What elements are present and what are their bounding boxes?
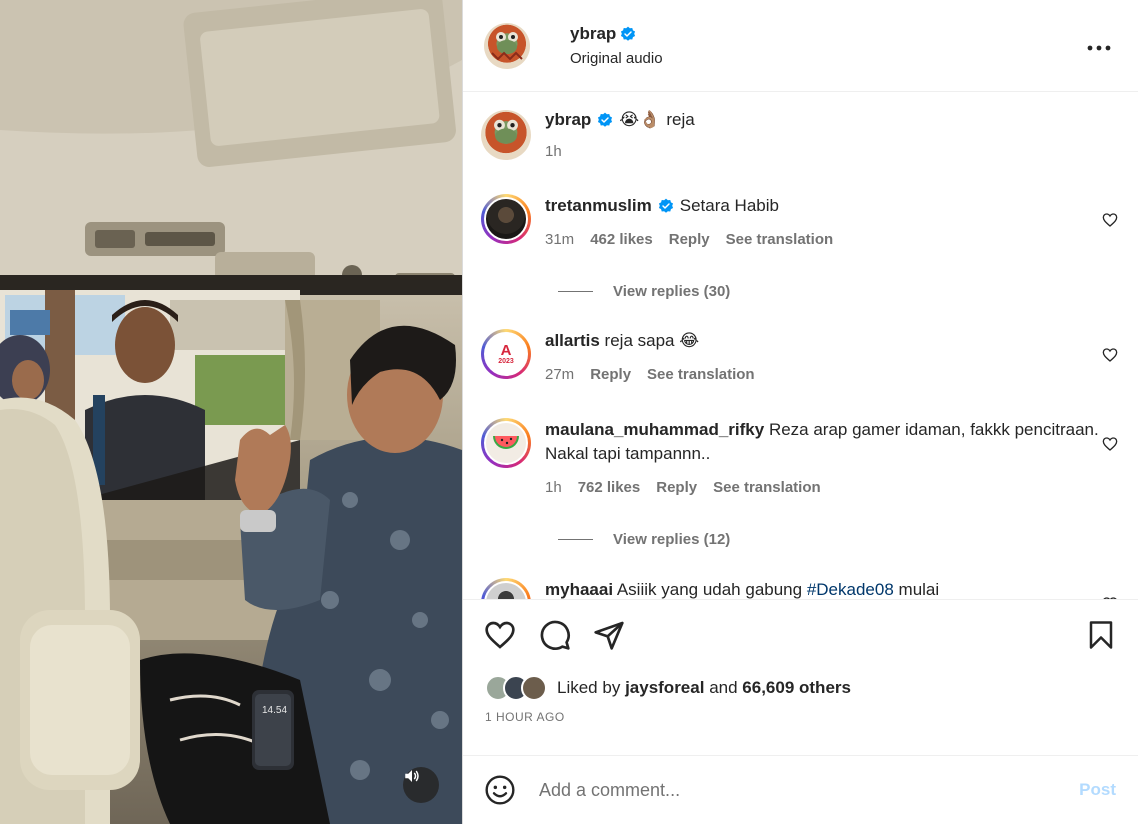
frog-avatar-icon bbox=[494, 119, 518, 144]
like-comment-heart-icon[interactable] bbox=[1102, 347, 1118, 363]
watermelon-icon bbox=[493, 436, 519, 449]
avatar-logo-letter: A bbox=[500, 341, 512, 359]
comment-bubble-icon bbox=[540, 620, 570, 650]
reply-button[interactable]: Reply bbox=[590, 363, 631, 387]
comment-username[interactable]: tretanmuslim bbox=[545, 194, 652, 218]
comment-item: myhaaai Asiiik yang udah gabung #Dekade0… bbox=[481, 578, 1120, 599]
frog-avatar-icon bbox=[491, 31, 523, 60]
verified-badge-icon bbox=[658, 198, 673, 213]
heart-icon bbox=[485, 621, 515, 649]
see-translation-button[interactable]: See translation bbox=[647, 363, 755, 387]
audio-label[interactable]: Original audio bbox=[570, 50, 663, 67]
commenter-avatar[interactable]: A 2023 bbox=[481, 329, 531, 379]
liker-avatar bbox=[521, 674, 547, 701]
emoji-button[interactable] bbox=[483, 773, 517, 807]
like-comment-heart-icon[interactable] bbox=[1102, 436, 1118, 452]
post-modal: 14.54 ybrap Original audio ybrap 😭👌🏽 rej… bbox=[0, 0, 1138, 824]
post-details: ybrap Original audio ybrap 😭👌🏽 reja 1h t… bbox=[462, 0, 1138, 824]
paper-plane-icon bbox=[594, 621, 624, 650]
caption-username[interactable]: ybrap bbox=[545, 108, 591, 132]
replies-divider bbox=[558, 539, 593, 540]
verified-badge-icon bbox=[598, 112, 613, 127]
comment-likes[interactable]: 462 likes bbox=[590, 228, 653, 252]
like-comment-heart-icon[interactable] bbox=[1102, 212, 1118, 228]
comment-item: tretanmuslim Setara Habib 31m 462 likes … bbox=[481, 194, 1120, 252]
liked-by-user[interactable]: jaysforeal bbox=[625, 678, 704, 697]
liked-by-and: and bbox=[709, 677, 738, 697]
comment-time[interactable]: 1h bbox=[545, 476, 562, 500]
liked-by-prefix: Liked by bbox=[557, 677, 621, 697]
author-username[interactable]: ybrap bbox=[570, 24, 616, 44]
comment-button[interactable] bbox=[538, 618, 572, 652]
liked-by-others[interactable]: 66,609 others bbox=[742, 678, 851, 697]
comment-time[interactable]: 27m bbox=[545, 363, 574, 387]
commenter-avatar[interactable] bbox=[481, 194, 531, 244]
see-translation-button[interactable]: See translation bbox=[713, 476, 821, 500]
comment-text: Setara Habib bbox=[679, 196, 779, 215]
comment-username[interactable]: myhaaai bbox=[545, 580, 613, 599]
replies-divider bbox=[558, 291, 593, 292]
post-header: ybrap Original audio bbox=[463, 0, 1138, 92]
comment-item: maulana_muhammad_rifky Reza arap gamer i… bbox=[481, 418, 1120, 500]
commenter-avatar[interactable] bbox=[481, 418, 531, 468]
hashtag-link[interactable]: #Dekade08 bbox=[807, 580, 894, 599]
video-frame: 14.54 bbox=[0, 0, 462, 824]
view-replies-button[interactable]: View replies (30) bbox=[558, 283, 730, 300]
reply-button[interactable]: Reply bbox=[656, 476, 697, 500]
phone-clock: 14.54 bbox=[262, 705, 287, 716]
post-actions: Liked by jaysforeal and 66,609 others 1 … bbox=[463, 598, 1138, 756]
smiley-icon bbox=[485, 775, 515, 805]
comment-text: reja sapa 😂 bbox=[604, 331, 700, 350]
add-comment-bar: Post bbox=[463, 755, 1138, 824]
caption-text: reja bbox=[666, 110, 695, 129]
save-button[interactable] bbox=[1084, 618, 1118, 652]
view-replies-label: View replies (12) bbox=[613, 531, 731, 548]
caption-avatar[interactable] bbox=[481, 110, 531, 160]
see-translation-button[interactable]: See translation bbox=[726, 228, 834, 252]
like-button[interactable] bbox=[483, 618, 517, 652]
audio-toggle-button[interactable] bbox=[403, 767, 439, 803]
comment-time[interactable]: 31m bbox=[545, 228, 574, 252]
speaker-icon bbox=[405, 770, 419, 782]
author-avatar[interactable] bbox=[484, 22, 530, 69]
comment-likes[interactable]: 762 likes bbox=[578, 476, 641, 500]
view-replies-label: View replies (30) bbox=[613, 283, 731, 300]
avatar-logo-year: 2023 bbox=[498, 357, 514, 365]
commenter-avatar[interactable] bbox=[481, 578, 531, 599]
comment-input[interactable] bbox=[539, 779, 1039, 801]
post-timestamp[interactable]: 1 HOUR AGO bbox=[485, 710, 565, 724]
more-options-icon bbox=[1087, 45, 1111, 51]
caption: ybrap 😭👌🏽 reja 1h bbox=[481, 110, 1120, 164]
comment-username[interactable]: maulana_muhammad_rifky bbox=[545, 420, 764, 439]
post-comment-button[interactable]: Post bbox=[1079, 780, 1116, 800]
comment-username[interactable]: allartis bbox=[545, 331, 600, 350]
caption-time[interactable]: 1h bbox=[545, 140, 562, 164]
share-button[interactable] bbox=[592, 618, 626, 652]
video-player[interactable]: 14.54 bbox=[0, 0, 462, 824]
comments-list[interactable]: ybrap 😭👌🏽 reja 1h tretanmuslim Setara Ha… bbox=[463, 92, 1138, 599]
likes-summary: Liked by jaysforeal and 66,609 others bbox=[485, 674, 851, 701]
comment-text-continued: mulai bbox=[898, 580, 940, 599]
bookmark-icon bbox=[1089, 621, 1113, 649]
comment-text: Asiiik yang udah gabung bbox=[616, 580, 803, 599]
comment-item: A 2023 allartis reja sapa 😂 27m Reply Se… bbox=[481, 329, 1120, 387]
reply-button[interactable]: Reply bbox=[669, 228, 710, 252]
liker-avatars[interactable] bbox=[485, 674, 547, 701]
view-replies-button[interactable]: View replies (12) bbox=[558, 531, 730, 548]
more-options-button[interactable] bbox=[1087, 36, 1111, 60]
verified-badge-icon bbox=[621, 26, 636, 41]
caption-emoji: 😭👌🏽 bbox=[619, 110, 661, 129]
